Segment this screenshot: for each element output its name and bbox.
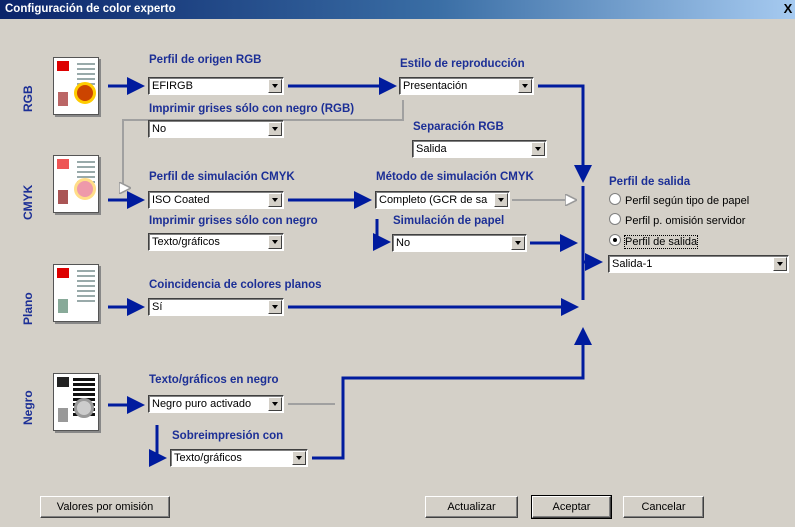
papel-label: Simulación de papel — [393, 215, 505, 227]
defaults-button[interactable]: Valores por omisión — [40, 496, 170, 518]
metodo-select[interactable]: Completo (GCR de sa — [375, 191, 510, 209]
grises-rgb-value: No — [152, 123, 167, 135]
color-swatch-icon — [57, 268, 69, 278]
radio-icon — [609, 193, 621, 205]
grises-cmyk-value: Texto/gráficos — [152, 236, 220, 248]
cancel-button[interactable]: Cancelar — [623, 496, 704, 518]
color-swatch-icon — [57, 61, 69, 71]
chevron-down-icon[interactable] — [292, 451, 306, 465]
perfil-origen-select[interactable]: EFIRGB — [148, 77, 284, 95]
coincidencia-value: Sí — [152, 301, 163, 313]
negro-document-icon — [53, 373, 99, 431]
chevron-down-icon[interactable] — [268, 235, 282, 249]
sobreimpresion-label: Sobreimpresión con — [172, 430, 284, 442]
sobreimpresion-select[interactable]: Texto/gráficos — [170, 449, 308, 467]
grises-cmyk-select[interactable]: Texto/gráficos — [148, 233, 284, 251]
texto-negro-select[interactable]: Negro puro activado — [148, 395, 284, 413]
radio-label: Perfil p. omisión servidor — [625, 215, 746, 227]
radio-label: Perfil según tipo de papel — [625, 195, 750, 207]
coincidencia-label: Coincidencia de colores planos — [149, 279, 322, 291]
chevron-down-icon[interactable] — [531, 142, 545, 156]
color-swatch-icon — [57, 159, 69, 169]
perfil-origen-value: EFIRGB — [152, 80, 193, 92]
update-button[interactable]: Actualizar — [425, 496, 518, 518]
chevron-down-icon[interactable] — [268, 300, 282, 314]
plano-document-icon — [53, 264, 99, 322]
rgb-document-icon — [53, 57, 99, 115]
grises-cmyk-label: Imprimir grises sólo con negro — [149, 215, 318, 227]
radio-perfil-salida[interactable]: Perfil de salida — [609, 234, 699, 249]
grises-rgb-label: Imprimir grises sólo con negro (RGB) — [149, 103, 355, 115]
radio-perfil-omision-servidor[interactable]: Perfil p. omisión servidor — [609, 213, 745, 227]
radio-label: Perfil de salida — [623, 235, 699, 249]
chevron-down-icon[interactable] — [494, 193, 508, 207]
row-label-cmyk: CMYK — [21, 184, 35, 220]
radio-perfil-tipo-papel[interactable]: Perfil según tipo de papel — [609, 193, 749, 207]
chevron-down-icon[interactable] — [268, 193, 282, 207]
radio-icon — [609, 213, 621, 225]
salida-select[interactable]: Salida-1 — [608, 255, 789, 273]
perfil-sim-value: ISO Coated — [152, 194, 210, 206]
chevron-down-icon[interactable] — [773, 257, 787, 271]
chevron-down-icon[interactable] — [518, 79, 532, 93]
papel-value: No — [396, 237, 411, 249]
papel-select[interactable]: No — [392, 234, 527, 252]
sunflower-icon — [74, 178, 96, 200]
metodo-label: Método de simulación CMYK — [376, 171, 534, 183]
perfil-sim-select[interactable]: ISO Coated — [148, 191, 284, 209]
sunflower-icon — [74, 82, 96, 104]
perfil-sim-label: Perfil de simulación CMYK — [149, 171, 295, 183]
texto-negro-value: Negro puro activado — [152, 398, 252, 410]
row-label-negro: Negro — [21, 390, 35, 425]
radio-selected-icon — [609, 234, 621, 246]
separacion-select[interactable]: Salida — [412, 140, 547, 158]
estilo-value: Presentación — [403, 80, 468, 92]
chevron-down-icon[interactable] — [268, 122, 282, 136]
estilo-select[interactable]: Presentación — [399, 77, 534, 95]
grayscale-icon — [57, 377, 69, 387]
cmyk-document-icon — [53, 155, 99, 213]
sobreimpresion-value: Texto/gráficos — [174, 452, 242, 464]
metodo-value: Completo (GCR de sa — [379, 194, 488, 206]
texto-negro-label: Texto/gráficos en negro — [149, 374, 279, 386]
chevron-down-icon[interactable] — [268, 79, 282, 93]
estilo-label: Estilo de reproducción — [400, 58, 525, 70]
row-label-rgb: RGB — [21, 85, 35, 112]
separacion-value: Salida — [416, 143, 447, 155]
perfil-origen-label: Perfil de origen RGB — [149, 54, 262, 66]
accept-button[interactable]: Aceptar — [531, 495, 612, 519]
coincidencia-select[interactable]: Sí — [148, 298, 284, 316]
salida-value: Salida-1 — [612, 258, 653, 270]
row-label-plano: Plano — [21, 292, 35, 325]
chevron-down-icon[interactable] — [511, 236, 525, 250]
chevron-down-icon[interactable] — [268, 397, 282, 411]
grises-rgb-select[interactable]: No — [148, 120, 284, 138]
separacion-label: Separación RGB — [413, 121, 504, 133]
perfil-salida-label: Perfil de salida — [609, 176, 691, 188]
